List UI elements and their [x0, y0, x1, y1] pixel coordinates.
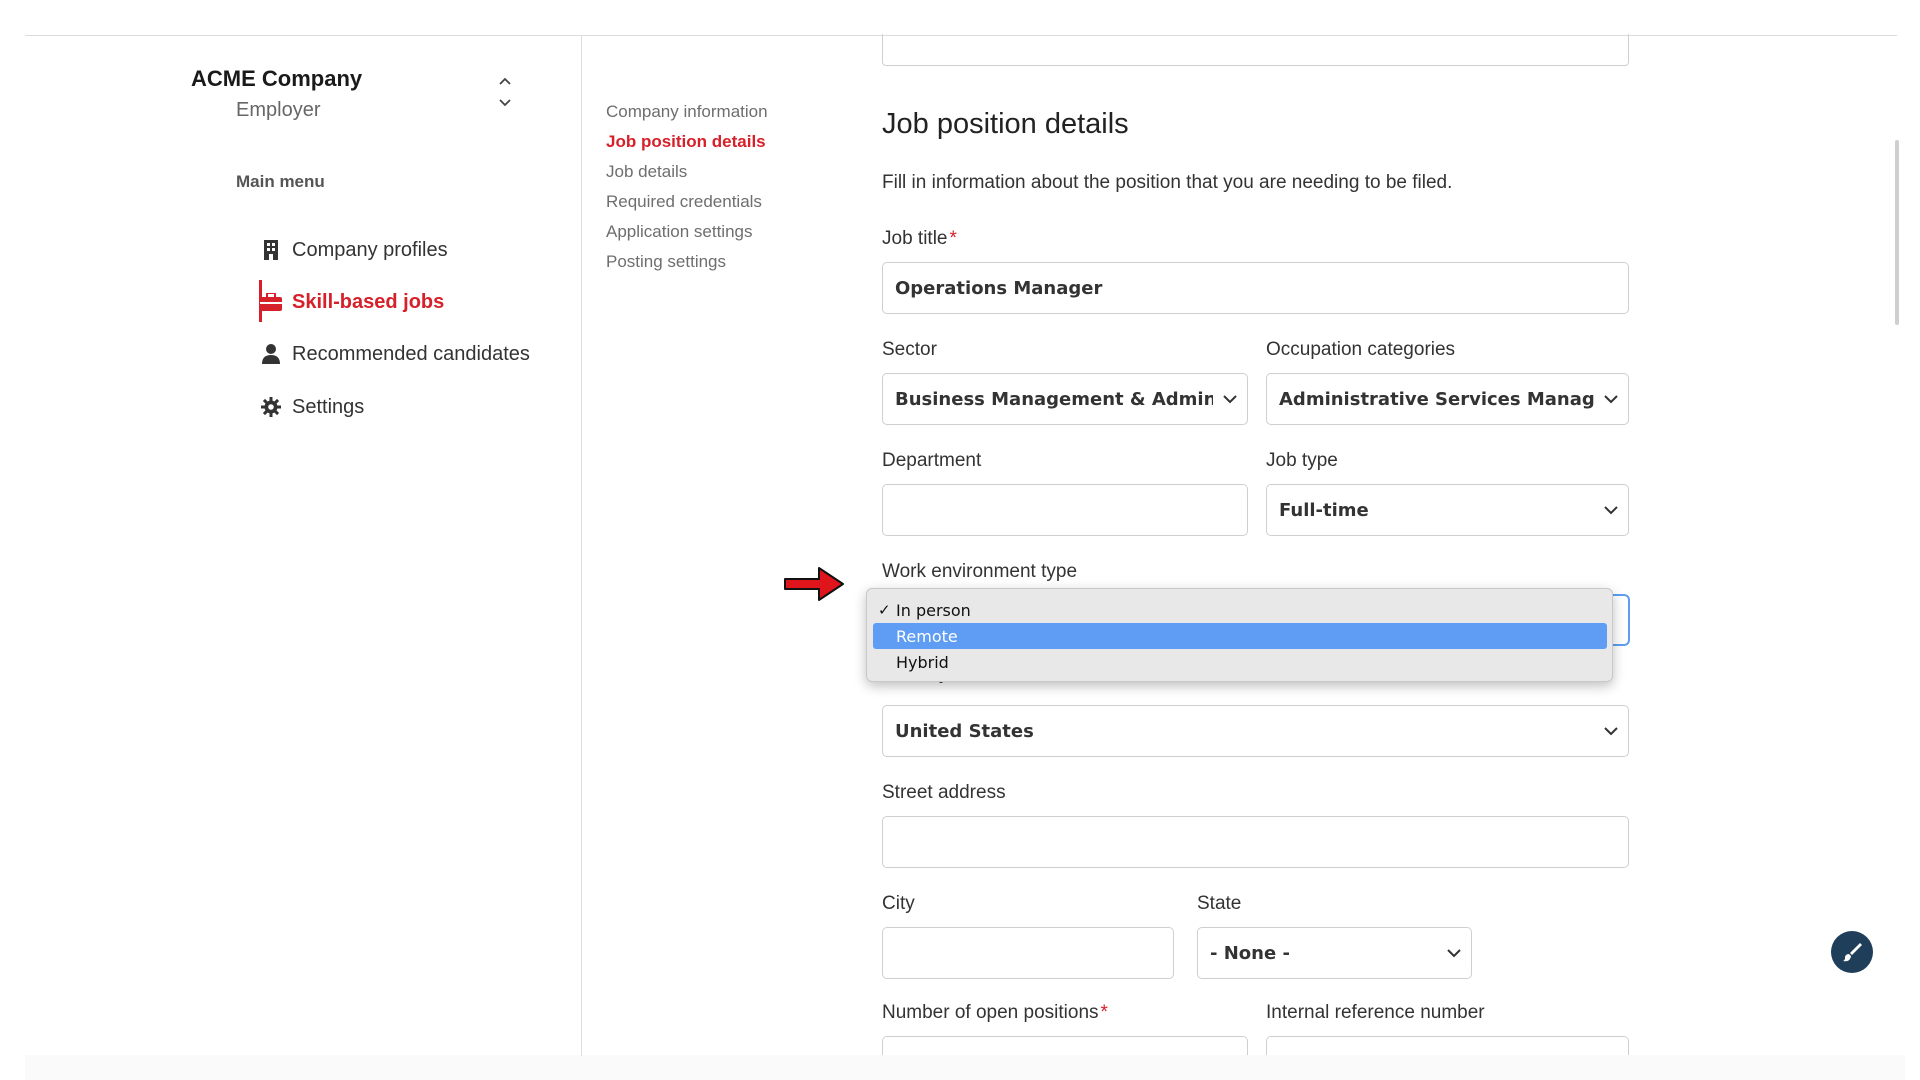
street-address-label: Street address — [882, 782, 1006, 803]
annotation-arrow-icon — [784, 567, 844, 601]
check-icon: ✓ — [878, 601, 891, 619]
subnav-job-position-details[interactable]: Job position details — [606, 132, 766, 152]
required-marker: * — [949, 228, 957, 249]
sidebar-item-recommended-candidates[interactable]: Recommended candidates — [260, 334, 530, 374]
building-icon — [260, 239, 282, 261]
state-select[interactable]: - None - — [1197, 927, 1472, 979]
city-label: City — [882, 893, 915, 914]
company-switcher-chevrons-icon[interactable] — [493, 75, 517, 111]
sector-select[interactable]: Business Management & Administra — [882, 373, 1248, 425]
subnav-job-details[interactable]: Job details — [606, 162, 687, 182]
sidebar-item-label: Company profiles — [292, 238, 448, 261]
occupation-select[interactable]: Administrative Services Managers — [1266, 373, 1629, 425]
country-select[interactable]: United States — [882, 705, 1629, 757]
brush-icon — [1843, 943, 1862, 962]
previous-field[interactable] — [882, 34, 1629, 66]
open-positions-label: Number of open positions * — [882, 1002, 1108, 1023]
internal-reference-input[interactable] — [1266, 1036, 1629, 1055]
chevron-down-icon — [1594, 485, 1628, 535]
sidebar-item-label: Skill-based jobs — [292, 290, 445, 313]
required-marker: * — [1100, 1002, 1108, 1023]
page-scrollbar[interactable] — [1895, 140, 1899, 325]
sidebar-item-label: Settings — [292, 395, 365, 418]
sidebar-item-settings[interactable]: Settings — [260, 387, 364, 427]
department-input[interactable] — [882, 484, 1248, 536]
job-title-label: Job title * — [882, 228, 957, 249]
sector-label: Sector — [882, 339, 937, 360]
chevron-down-icon — [1594, 706, 1628, 756]
street-address-input[interactable] — [882, 816, 1629, 868]
subnav-required-credentials[interactable]: Required credentials — [606, 192, 762, 212]
company-role: Employer — [236, 99, 321, 121]
subnav-application-settings[interactable]: Application settings — [606, 222, 752, 242]
open-positions-input[interactable] — [882, 1036, 1248, 1055]
state-label: State — [1197, 893, 1242, 914]
option-in-person[interactable]: ✓ In person — [873, 597, 1607, 623]
job-type-select[interactable]: Full-time — [1266, 484, 1629, 536]
work-environment-dropdown: ✓ In person Remote Hybrid — [866, 588, 1613, 682]
sidebar-item-skill-based-jobs[interactable]: Skill-based jobs — [260, 282, 444, 322]
internal-reference-label: Internal reference number — [1266, 1002, 1485, 1023]
section-description: Fill in information about the position t… — [882, 172, 1453, 193]
work-environment-label: Work environment type — [882, 561, 1078, 582]
subnav-company-information[interactable]: Company information — [606, 102, 768, 122]
occupation-label: Occupation categories — [1266, 339, 1456, 360]
sidebar-item-company-profiles[interactable]: Company profiles — [260, 230, 448, 270]
subnav-posting-settings[interactable]: Posting settings — [606, 252, 726, 272]
option-hybrid[interactable]: Hybrid — [873, 649, 1607, 675]
edit-brush-button[interactable] — [1831, 931, 1873, 973]
section-title: Job position details — [882, 108, 1129, 140]
city-input[interactable] — [882, 927, 1174, 979]
briefcase-icon — [260, 291, 282, 313]
bottom-edge — [25, 1055, 1905, 1080]
chevron-down-icon — [1594, 374, 1628, 424]
company-name: ACME Company — [191, 66, 363, 91]
department-label: Department — [882, 450, 982, 471]
sidebar-item-label: Recommended candidates — [292, 342, 530, 365]
chevron-down-icon — [1213, 374, 1247, 424]
chevron-down-icon — [1437, 928, 1471, 978]
job-title-input[interactable]: Operations Manager — [882, 262, 1629, 314]
option-remote[interactable]: Remote — [873, 623, 1607, 649]
job-type-label: Job type — [1266, 450, 1338, 471]
main-menu-heading: Main menu — [236, 172, 325, 191]
gear-icon — [260, 396, 282, 418]
person-icon — [260, 343, 282, 365]
